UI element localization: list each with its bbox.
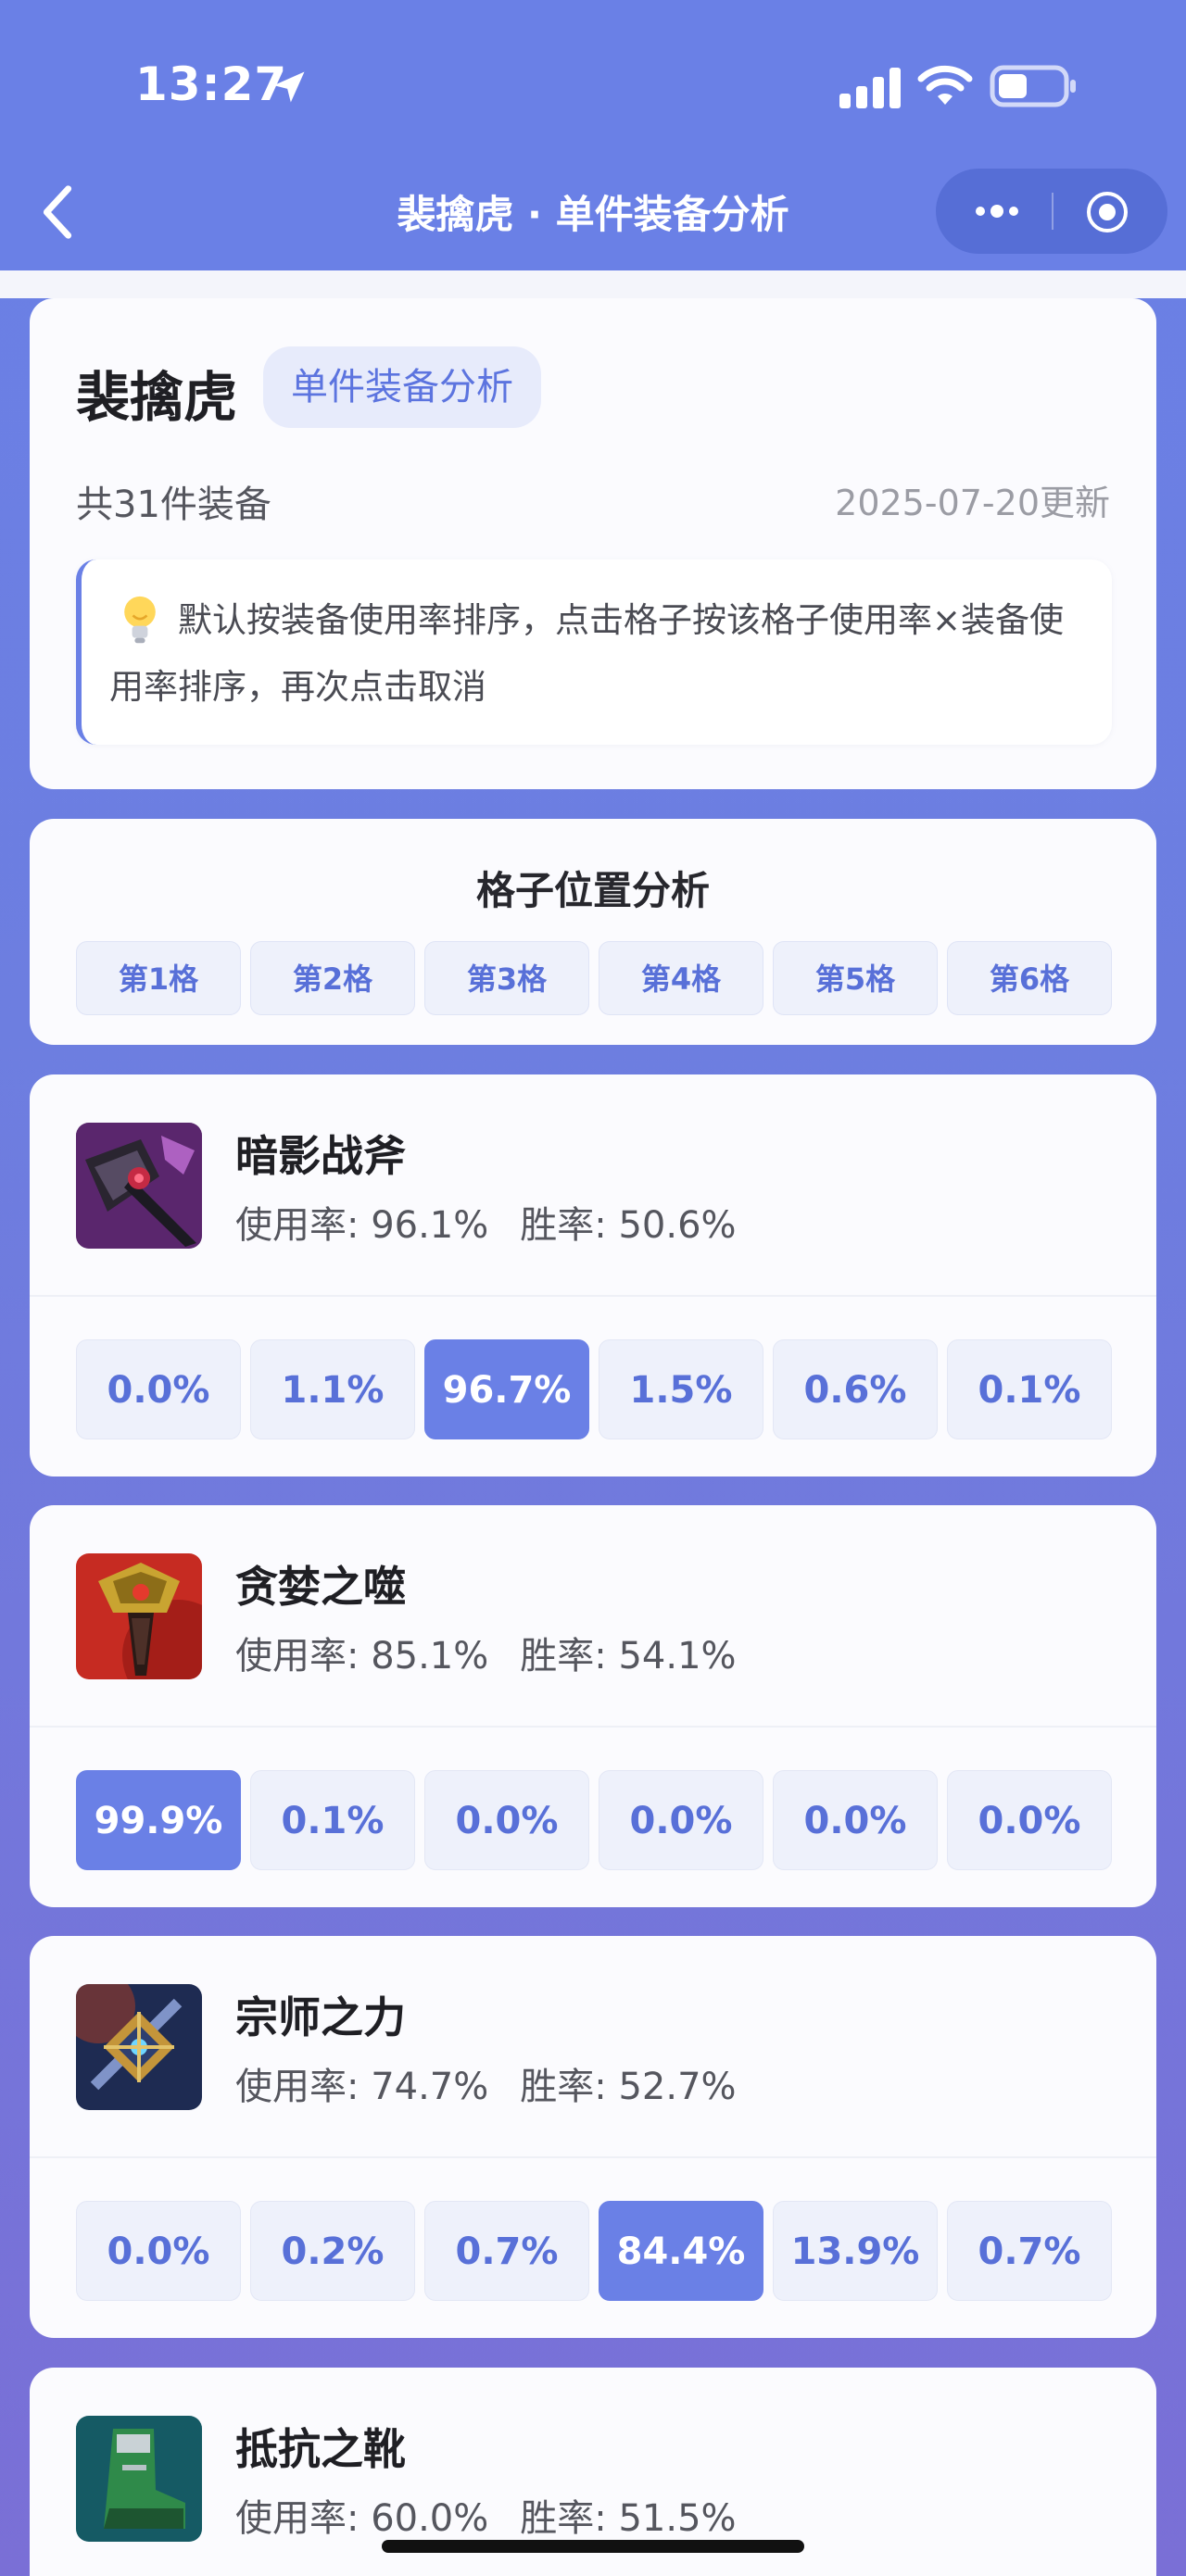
status-bar: 13:27 — [0, 0, 1186, 176]
card-divider — [30, 1295, 1156, 1297]
home-indicator — [382, 2540, 804, 2553]
miniprogram-capsule — [936, 169, 1167, 254]
slot-rate-1[interactable]: 0.0% — [76, 1339, 241, 1439]
slot-distribution: 0.0% 0.2% 0.7% 84.4% 13.9% 0.7% — [76, 2201, 1112, 2301]
signal-icon — [839, 68, 901, 108]
update-date: 2025-07-20更新 — [835, 483, 1110, 523]
slot-rate-6[interactable]: 0.7% — [947, 2201, 1112, 2301]
slot-distribution: 0.0% 1.1% 96.7% 1.5% 0.6% 0.1% — [76, 1339, 1112, 1439]
slot-button-5[interactable]: 第5格 — [773, 941, 938, 1015]
greedy-bite-item-icon — [76, 1553, 202, 1679]
equipment-card[interactable]: 暗影战斧 使用率: 96.1% 胜率: 50.6% 0.0% 1.1% 96.7%… — [30, 1074, 1156, 1476]
slot-distribution: 99.9% 0.1% 0.0% 0.0% 0.0% 0.0% — [76, 1770, 1112, 1870]
hero-name: 裴擒虎 — [76, 366, 238, 429]
slot-rate-5[interactable]: 0.0% — [773, 1770, 938, 1870]
position-analysis-card: 格子位置分析 第1格 第2格 第3格 第4格 第5格 第6格 — [30, 819, 1156, 1045]
wifi-icon — [917, 65, 973, 105]
slot-rate-5[interactable]: 0.6% — [773, 1339, 938, 1439]
more-icon[interactable] — [969, 196, 1025, 226]
card-divider — [30, 2156, 1156, 2158]
close-target-icon[interactable] — [1084, 189, 1130, 235]
slot-button-1[interactable]: 第1格 — [76, 941, 241, 1015]
tip-text: 默认按装备使用率排序，点击格子按该格子使用率×装备使用率排序，再次点击取消 — [109, 600, 1065, 707]
hero-card: 裴擒虎 单件装备分析 共31件装备 2025-07-20更新 默认按装备使用率排… — [30, 298, 1156, 789]
equipment-name: 宗师之力 — [235, 1992, 406, 2042]
slot-rate-3[interactable]: 0.7% — [424, 2201, 589, 2301]
slot-button-row: 第1格 第2格 第3格 第4格 第5格 第6格 — [76, 941, 1112, 1015]
slot-rate-4[interactable]: 1.5% — [599, 1339, 763, 1439]
slot-button-3[interactable]: 第3格 — [424, 941, 589, 1015]
slot-rate-2[interactable]: 0.2% — [250, 2201, 415, 2301]
slot-rate-2[interactable]: 1.1% — [250, 1339, 415, 1439]
win-rate: 胜率: 50.6% — [520, 1204, 737, 1247]
equipment-stats: 使用率: 74.7% 胜率: 52.7% — [235, 2056, 768, 2110]
slot-rate-3[interactable]: 96.7% — [424, 1339, 589, 1439]
slot-rate-4[interactable]: 0.0% — [599, 1770, 763, 1870]
usage-rate: 使用率: 60.0% — [235, 2497, 489, 2540]
equipment-name: 暗影战斧 — [235, 1131, 406, 1181]
equipment-stats: 使用率: 60.0% 胜率: 51.5% — [235, 2488, 768, 2542]
slot-rate-1[interactable]: 99.9% — [76, 1770, 241, 1870]
slot-rate-4[interactable]: 84.4% — [599, 2201, 763, 2301]
analysis-tag: 单件装备分析 — [263, 346, 541, 428]
slot-button-6[interactable]: 第6格 — [947, 941, 1112, 1015]
usage-rate: 使用率: 85.1% — [235, 1635, 489, 1678]
slot-rate-6[interactable]: 0.1% — [947, 1339, 1112, 1439]
master-force-item-icon — [76, 1984, 202, 2110]
location-arrow-icon — [273, 71, 305, 103]
shadow-axe-item-icon — [76, 1123, 202, 1249]
equipment-stats: 使用率: 85.1% 胜率: 54.1% — [235, 1626, 768, 1679]
slot-button-4[interactable]: 第4格 — [599, 941, 763, 1015]
capsule-divider — [1052, 193, 1054, 230]
status-time: 13:27 — [135, 57, 288, 111]
resistance-boots-item-icon — [76, 2416, 202, 2542]
win-rate: 胜率: 51.5% — [520, 2497, 737, 2540]
equipment-name: 抵抗之靴 — [235, 2424, 406, 2474]
equipment-name: 贪婪之噬 — [235, 1562, 406, 1612]
content-top-strip — [0, 270, 1186, 298]
equipment-stats: 使用率: 96.1% 胜率: 50.6% — [235, 1195, 768, 1249]
slot-button-2[interactable]: 第2格 — [250, 941, 415, 1015]
equipment-count: 共31件装备 — [76, 484, 271, 526]
battery-icon — [990, 65, 1076, 107]
position-analysis-title: 格子位置分析 — [475, 868, 710, 913]
slot-rate-3[interactable]: 0.0% — [424, 1770, 589, 1870]
usage-rate: 使用率: 74.7% — [235, 2066, 489, 2108]
equipment-card[interactable]: 贪婪之噬 使用率: 85.1% 胜率: 54.1% 99.9% 0.1% 0.0%… — [30, 1505, 1156, 1907]
slot-rate-6[interactable]: 0.0% — [947, 1770, 1112, 1870]
slot-rate-5[interactable]: 13.9% — [773, 2201, 938, 2301]
slot-rate-1[interactable]: 0.0% — [76, 2201, 241, 2301]
usage-rate: 使用率: 96.1% — [235, 1204, 489, 1247]
equipment-card[interactable]: 宗师之力 使用率: 74.7% 胜率: 52.7% 0.0% 0.2% 0.7% … — [30, 1936, 1156, 2338]
win-rate: 胜率: 54.1% — [520, 1635, 737, 1678]
card-divider — [30, 1726, 1156, 1728]
win-rate: 胜率: 52.7% — [520, 2066, 737, 2108]
slot-rate-2[interactable]: 0.1% — [250, 1770, 415, 1870]
sort-tip: 默认按装备使用率排序，点击格子按该格子使用率×装备使用率排序，再次点击取消 — [76, 559, 1112, 745]
